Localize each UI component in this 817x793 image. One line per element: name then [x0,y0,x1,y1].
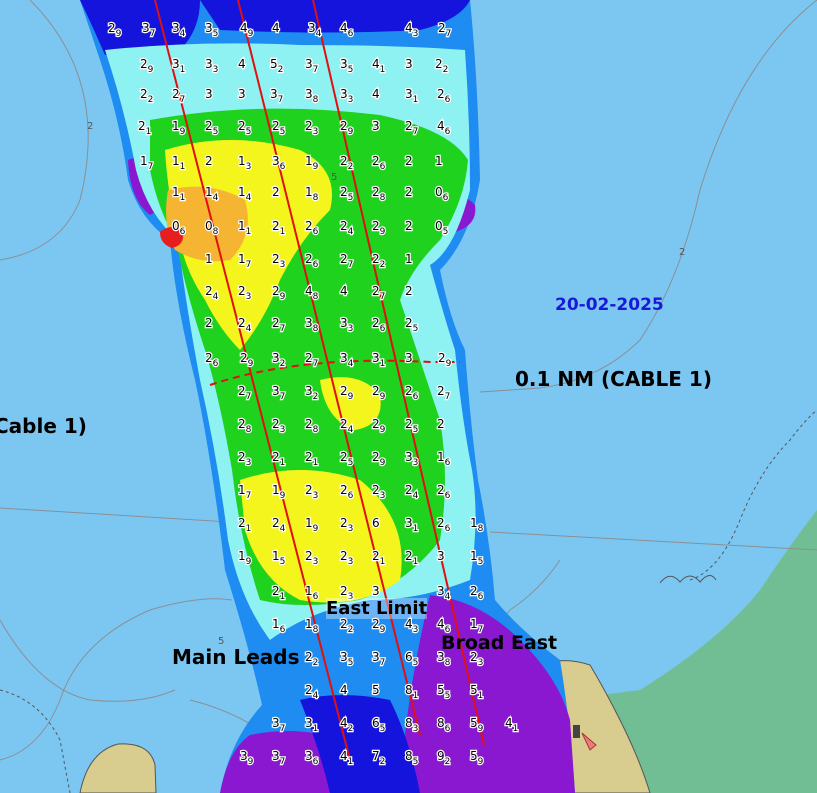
sounding: 1 [405,252,413,266]
sounding: 2 [205,154,213,168]
sounding: 3 [405,351,413,365]
sounding: 3 [405,57,413,71]
nautical-chart: 29 37 34 35 49 4 34 46 43 27 29 31 33 4 52 37 35 41 3 22 22 2… [0,0,817,793]
east-limit-label: East Limit [326,598,428,619]
sounding: 4 [238,57,246,71]
sounding: 3 [372,584,380,598]
chart-depth-label: 5 [218,636,225,647]
sounding: 1 [435,154,443,168]
sounding: 3 [238,87,246,101]
sounding: 2 [405,154,413,168]
broad-east-label: Broad East [441,632,558,654]
sounding: 3 [437,549,445,563]
sounding: 2 [405,219,413,233]
chart-depth-label: 2 [679,247,686,258]
sounding: 4 [340,683,348,697]
main-leads-label: Main Leads [172,645,300,669]
chart-depth-label: 5 [331,172,338,183]
cable-label-west: Cable 1) [0,414,87,438]
sounding: 2 [205,316,213,330]
chart-depth-label: 2 [87,121,94,132]
sounding: 6 [372,516,380,530]
sounding: 3 [372,119,380,133]
cable-label-east: 0.1 NM (CABLE 1) [515,367,712,391]
sounding: 1 [205,252,213,266]
sounding: 4 [340,284,348,298]
sounding: 4 [372,87,380,101]
sounding: 2 [437,417,445,431]
sounding: 3 [205,87,213,101]
sounding: 2 [405,284,413,298]
sounding: 5 [372,683,380,697]
map-canvas: 29 37 34 35 49 4 34 46 43 2729 31 33 4 52 37 35 41 3 2222 2… [0,0,817,793]
sounding: 4 [272,21,280,35]
sounding: 2 [272,185,280,199]
sounding: 2 [405,185,413,199]
survey-date: 20-02-2025 [555,295,664,315]
